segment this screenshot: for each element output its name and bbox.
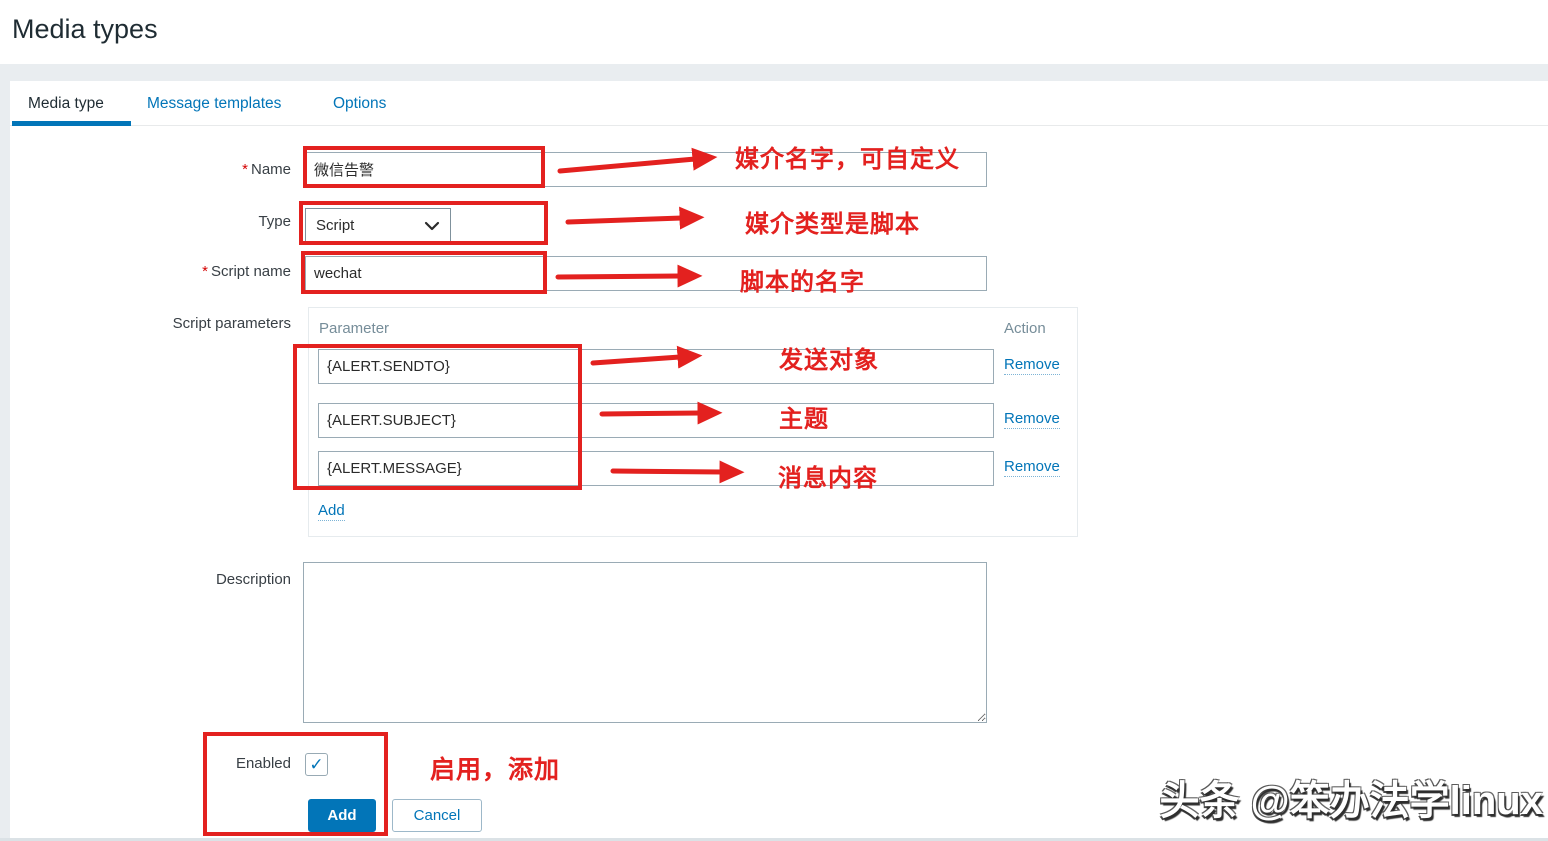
annotation-text-type: 媒介类型是脚本: [745, 204, 920, 239]
add-parameter-link[interactable]: Add: [318, 502, 345, 521]
enabled-checkbox[interactable]: ✓: [305, 753, 328, 776]
annotation-text-enabled: 启用，添加: [430, 750, 560, 786]
page-left-margin: [0, 64, 10, 841]
check-icon: ✓: [309, 756, 323, 773]
arrow-type: [568, 218, 682, 222]
parameter-input-message[interactable]: [318, 451, 994, 486]
script-name-input[interactable]: [305, 256, 987, 291]
tab-media-type[interactable]: Media type: [28, 95, 104, 113]
enabled-label: Enabled: [0, 755, 291, 772]
name-label: *Name: [0, 161, 291, 178]
script-parameters-panel: Parameter Action Remove Remove Remove Ad…: [308, 307, 1078, 537]
remove-parameter-link[interactable]: Remove: [1004, 356, 1060, 375]
tab-options[interactable]: Options: [333, 95, 386, 113]
cancel-button[interactable]: Cancel: [392, 799, 482, 832]
parameter-input-sendto[interactable]: [318, 349, 994, 384]
action-column-header: Action: [1004, 320, 1046, 337]
type-select[interactable]: Script: [305, 208, 451, 243]
description-textarea[interactable]: [303, 562, 987, 723]
parameter-column-header: Parameter: [319, 320, 389, 337]
name-input[interactable]: [305, 152, 987, 187]
remove-parameter-link[interactable]: Remove: [1004, 458, 1060, 477]
chevron-down-icon: [424, 221, 440, 231]
script-name-label: *Script name: [0, 263, 291, 280]
type-select-value: Script: [316, 217, 354, 234]
tab-message-templates[interactable]: Message templates: [147, 95, 281, 113]
parameter-input-subject[interactable]: [318, 403, 994, 438]
add-button[interactable]: Add: [308, 799, 376, 832]
required-asterisk: *: [202, 263, 208, 280]
watermark: 头条 @笨办法学linux: [1160, 768, 1543, 826]
active-tab-underline: [12, 121, 131, 126]
script-parameters-label: Script parameters: [0, 315, 291, 332]
page-title: Media types: [12, 14, 158, 45]
tab-divider: [10, 125, 1548, 126]
type-label: Type: [0, 213, 291, 230]
description-label: Description: [0, 571, 291, 588]
remove-parameter-link[interactable]: Remove: [1004, 410, 1060, 429]
required-asterisk: *: [242, 161, 248, 178]
page-background-band: [0, 64, 1548, 81]
